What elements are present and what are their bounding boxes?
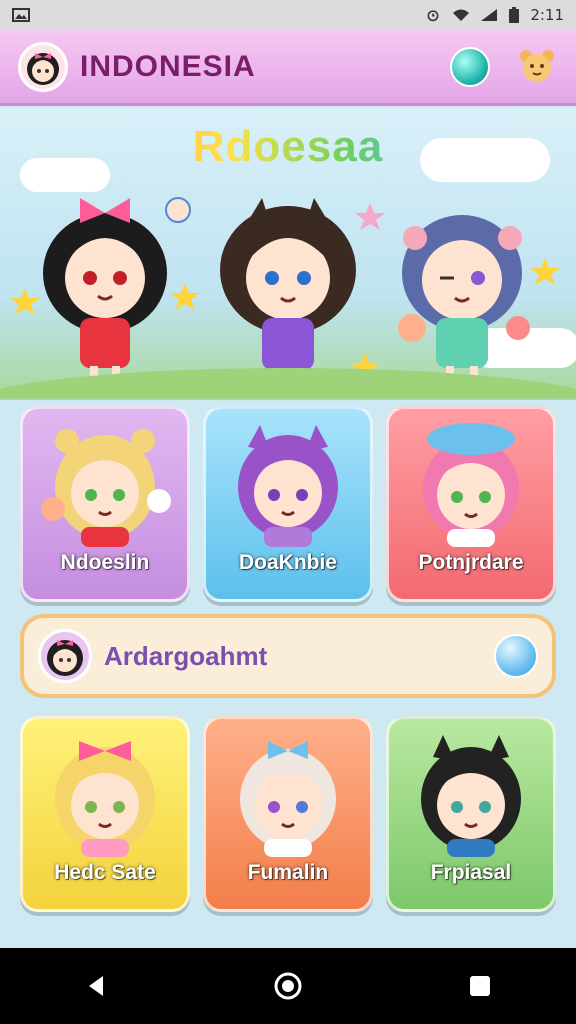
page-title: INDONESIA <box>80 49 256 83</box>
character-card-6[interactable]: Frpiasal <box>386 716 556 912</box>
hero-banner: Rdoesaa <box>0 108 576 400</box>
character-portrait <box>23 417 187 547</box>
game-logo: Rdoesaa <box>0 122 576 172</box>
character-portrait <box>389 417 553 547</box>
character-card-2[interactable]: DoaKnbie <box>203 406 373 602</box>
wifi-icon <box>453 9 470 21</box>
star-icon <box>530 258 560 285</box>
profile-avatar[interactable] <box>18 41 68 92</box>
home-button[interactable] <box>268 966 308 1006</box>
recents-icon <box>470 976 490 996</box>
signal-icon <box>481 9 498 21</box>
character-grid-bottom: Hedc Sate Fumalin Frpiasal <box>20 716 556 912</box>
character-portrait <box>389 727 553 857</box>
character-portrait <box>206 417 370 547</box>
battery-icon <box>509 7 520 23</box>
card-label: Fumalin <box>247 861 329 884</box>
card-label: Frpiasal <box>430 861 512 884</box>
hero-character-3 <box>402 215 522 384</box>
character-portrait <box>206 727 370 857</box>
home-icon <box>274 972 302 1000</box>
back-icon <box>89 976 103 996</box>
girl-avatar-icon <box>27 52 59 85</box>
hero-characters <box>0 197 576 398</box>
status-time: 2:11 <box>530 6 564 24</box>
hero-character-2 <box>220 198 356 386</box>
star-icon <box>170 283 200 310</box>
recents-button[interactable] <box>460 966 500 1006</box>
app-header: INDONESIA <box>0 30 576 106</box>
card-label: Ndoeslin <box>60 551 150 574</box>
character-card-1[interactable]: Ndoeslin <box>20 406 190 602</box>
card-label: DoaKnbie <box>238 551 337 574</box>
card-label: Potnjrdare <box>418 551 524 574</box>
banner-avatar <box>38 629 92 683</box>
character-card-3[interactable]: Potnjrdare <box>386 406 556 602</box>
back-button[interactable] <box>76 966 116 1006</box>
small-mascot-icon <box>165 197 191 223</box>
character-grid-top: Ndoeslin DoaKnbie Potnjrdare <box>20 406 556 602</box>
banner-text: Ardargoahmt <box>104 640 268 671</box>
gallery-icon <box>12 8 30 22</box>
featured-banner[interactable]: Ardargoahmt <box>20 614 556 698</box>
card-label: Hedc Sate <box>54 861 156 884</box>
hero-character-1 <box>43 198 167 386</box>
star-icon <box>10 288 40 315</box>
girl-avatar-icon <box>47 640 83 676</box>
bear-mascot-icon[interactable] <box>516 46 558 88</box>
orb-icon[interactable] <box>450 46 490 87</box>
character-portrait <box>23 727 187 857</box>
small-mascot-icon <box>506 316 530 340</box>
status-bar: 2:11 <box>0 0 576 30</box>
star-icon <box>355 203 385 230</box>
character-card-5[interactable]: Fumalin <box>203 716 373 912</box>
character-card-4[interactable]: Hedc Sate <box>20 716 190 912</box>
bubble-icon[interactable] <box>494 634 538 678</box>
alarm-icon <box>427 10 439 22</box>
small-mascot-icon <box>398 314 426 342</box>
system-nav-bar <box>0 948 576 1024</box>
